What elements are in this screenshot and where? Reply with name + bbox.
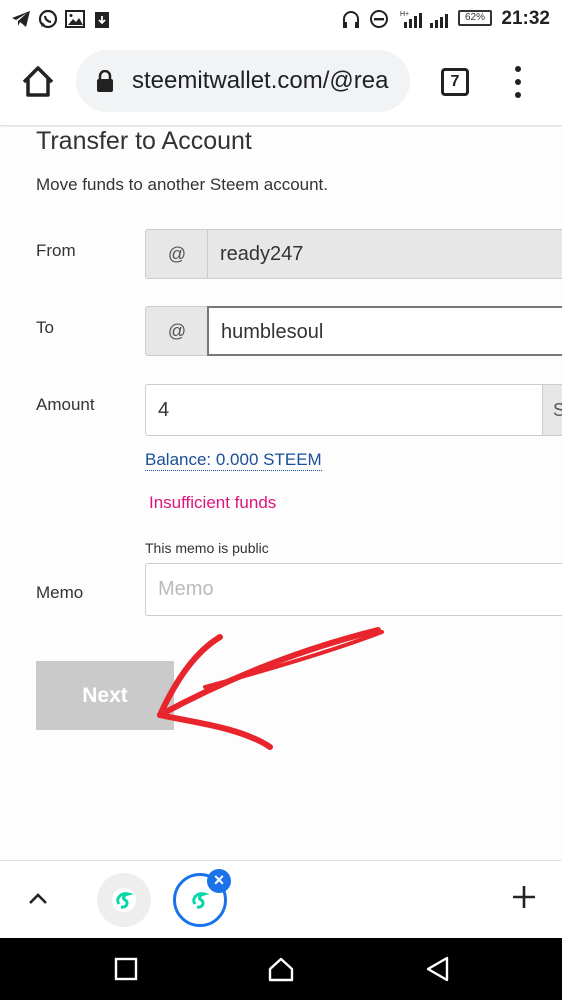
- to-label: To: [36, 318, 54, 337]
- page-subtitle: Move funds to another Steem account.: [36, 175, 329, 194]
- dnd-icon: [368, 8, 390, 30]
- chevron-up-icon: [29, 893, 47, 904]
- home-nav-button[interactable]: [267, 955, 295, 983]
- transfer-page: Transfer to Account Move funds to anothe…: [0, 127, 562, 860]
- page-title: Transfer to Account: [36, 127, 252, 155]
- menu-dot-icon: [515, 92, 521, 98]
- next-button[interactable]: Next: [36, 661, 174, 730]
- url-text: steemitwallet.com/@rea: [132, 67, 389, 94]
- signal-icon: H+: [400, 8, 452, 30]
- from-label: From: [36, 241, 76, 260]
- from-at-prefix: @: [145, 229, 208, 279]
- lock-icon: [96, 69, 114, 92]
- from-field: ready247: [207, 229, 562, 279]
- to-field[interactable]: humblesoul: [207, 306, 562, 356]
- steemit-logo-icon: [188, 888, 212, 912]
- menu-dot-icon: [515, 79, 521, 85]
- expand-tabs-button[interactable]: [26, 887, 50, 911]
- amount-field[interactable]: 4: [145, 384, 543, 436]
- back-button[interactable]: [424, 955, 452, 983]
- memo-label: Memo: [36, 583, 84, 602]
- overflow-menu-button[interactable]: [504, 66, 532, 98]
- currency-select[interactable]: S: [542, 384, 562, 436]
- home-outline-icon: [268, 957, 294, 982]
- browser-toolbar: steemitwallet.com/@rea 7: [0, 38, 562, 126]
- headphones-icon: [340, 8, 362, 30]
- memo-field[interactable]: Memo: [145, 563, 562, 616]
- tab-thumbnail[interactable]: [97, 873, 151, 927]
- steemit-logo-icon: [112, 888, 136, 912]
- plus-icon: [513, 886, 535, 908]
- amount-label: Amount: [36, 395, 95, 414]
- recents-button[interactable]: [112, 955, 140, 983]
- insufficient-funds-error: Insufficient funds: [149, 493, 277, 512]
- battery-icon: 62%: [458, 10, 492, 26]
- tab-switcher-button[interactable]: 7: [441, 68, 469, 96]
- memo-public-note: This memo is public: [145, 540, 269, 556]
- status-bar: H+ 62% 21:32: [0, 0, 562, 38]
- square-icon: [114, 957, 138, 981]
- status-time: 21:32: [501, 8, 550, 29]
- home-icon: [22, 66, 54, 97]
- telegram-icon: [10, 8, 32, 30]
- svg-text:H+: H+: [400, 11, 409, 18]
- tab-strip: ×: [0, 860, 562, 938]
- close-tab-button[interactable]: ×: [207, 869, 231, 893]
- to-at-prefix: @: [145, 306, 208, 356]
- address-bar[interactable]: steemitwallet.com/@rea: [76, 50, 410, 112]
- whatsapp-icon: [37, 8, 59, 30]
- balance-link[interactable]: Balance: 0.000 STEEM: [145, 450, 322, 471]
- back-triangle-icon: [426, 956, 449, 982]
- system-nav-bar: [0, 938, 562, 1000]
- menu-dot-icon: [515, 66, 521, 72]
- new-tab-button[interactable]: [510, 883, 538, 911]
- download-icon: [91, 8, 113, 30]
- home-button[interactable]: [18, 62, 58, 102]
- gallery-icon: [64, 8, 86, 30]
